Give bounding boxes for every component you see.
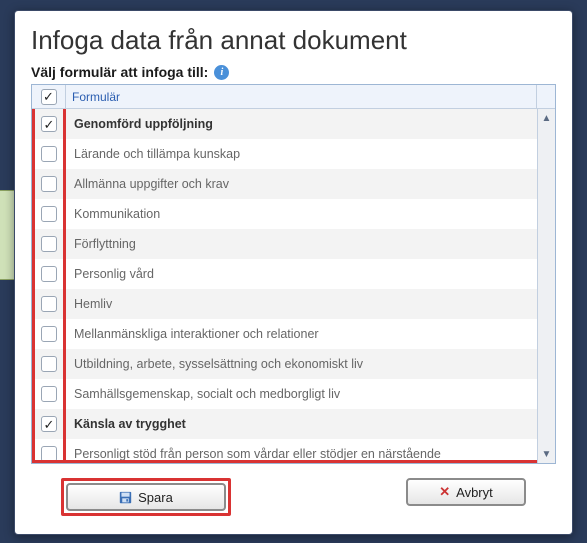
row-label: Genomförd uppföljning [66,117,537,131]
table-row[interactable]: Samhällsgemenskap, socialt och medborgli… [35,379,537,409]
column-header-scroll [537,85,555,108]
row-label: Allmänna uppgifter och krav [66,177,537,191]
grid-body: Genomförd uppföljning Lärande och tillämp… [32,109,555,463]
help-icon[interactable]: i [214,65,229,80]
table-row[interactable]: Mellanmänskliga interaktioner och relati… [35,319,537,349]
row-checkbox-cell[interactable] [35,319,66,349]
rows-container: Genomförd uppföljning Lärande och tillämp… [32,109,537,463]
table-row[interactable]: Genomförd uppföljning [35,109,537,139]
save-button-label: Spara [138,490,173,505]
subtitle-label: Välj formulär att infoga till: [31,64,208,80]
row-checkbox-cell[interactable] [35,409,66,439]
table-row[interactable]: Utbildning, arbete, sysselsättning och e… [35,349,537,379]
row-label: Förflyttning [66,237,537,251]
cancel-icon: ✕ [439,484,450,500]
scroll-down-icon[interactable]: ▼ [538,445,555,463]
background-strip [0,190,14,280]
cancel-button-label: Avbryt [456,485,493,500]
row-checkbox-cell[interactable] [35,199,66,229]
row-label: Personligt stöd från person som vårdar e… [66,447,537,461]
scrollbar[interactable]: ▲ ▼ [537,109,555,463]
row-checkbox-cell[interactable] [35,229,66,259]
column-header-form[interactable]: Formulär [66,85,537,108]
row-label: Mellanmänskliga interaktioner och relati… [66,327,537,341]
row-checkbox-cell[interactable] [35,289,66,319]
table-row[interactable]: Kommunikation [35,199,537,229]
table-row[interactable]: Förflyttning [35,229,537,259]
select-all-cell[interactable] [32,85,66,108]
select-all-checkbox[interactable] [41,89,57,105]
row-checkbox[interactable] [41,266,57,282]
table-row[interactable]: Lärande och tillämpa kunskap [35,139,537,169]
subtitle-row: Välj formulär att infoga till: i [31,64,556,80]
dialog-title: Infoga data från annat dokument [31,25,556,56]
row-checkbox[interactable] [41,176,57,192]
row-checkbox[interactable] [41,326,57,342]
row-checkbox[interactable] [41,116,57,132]
row-checkbox-cell[interactable] [35,349,66,379]
row-checkbox-cell[interactable] [35,109,66,139]
row-label: Personlig vård [66,267,537,281]
row-label: Utbildning, arbete, sysselsättning och e… [66,357,537,371]
row-label: Samhällsgemenskap, socialt och medborgli… [66,387,537,401]
row-label: Lärande och tillämpa kunskap [66,147,537,161]
table-row[interactable]: Allmänna uppgifter och krav [35,169,537,199]
save-button[interactable]: Spara [66,483,226,511]
row-checkbox[interactable] [41,206,57,222]
cancel-button[interactable]: ✕ Avbryt [406,478,526,506]
row-checkbox[interactable] [41,146,57,162]
row-checkbox-cell[interactable] [35,259,66,289]
row-label: Hemliv [66,297,537,311]
insert-data-dialog: Infoga data från annat dokument Välj for… [14,10,573,535]
scroll-up-icon[interactable]: ▲ [538,109,555,127]
row-checkbox[interactable] [41,356,57,372]
table-row[interactable]: Hemliv [35,289,537,319]
row-checkbox-cell[interactable] [35,139,66,169]
save-button-highlight: Spara [61,478,231,516]
row-checkbox-cell[interactable] [35,379,66,409]
grid-header: Formulär [32,85,555,109]
row-label: Kommunikation [66,207,537,221]
row-label: Känsla av trygghet [66,417,537,431]
save-icon [119,491,132,504]
row-checkbox[interactable] [41,296,57,312]
dialog-footer: Spara ✕ Avbryt [31,464,556,522]
table-row[interactable]: Personlig vård [35,259,537,289]
row-checkbox-cell[interactable] [35,169,66,199]
table-row[interactable]: Känsla av trygghet [35,409,537,439]
row-checkbox[interactable] [41,416,57,432]
row-checkbox[interactable] [41,236,57,252]
row-checkbox[interactable] [41,386,57,402]
form-grid: Formulär Genomförd uppföljning Lärande oc… [31,84,556,464]
annotation-border-bottom [32,460,537,463]
